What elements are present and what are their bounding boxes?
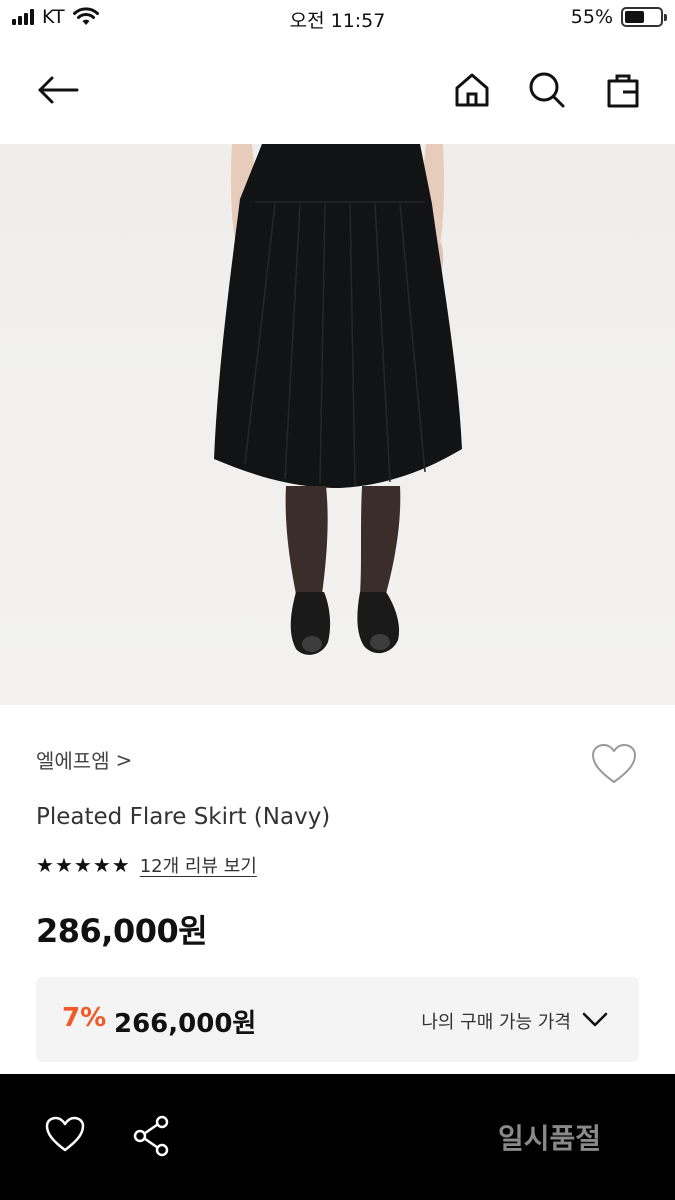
star-icon: ★ [36, 853, 54, 877]
soldout-button[interactable]: 일시품절 [498, 1117, 601, 1157]
home-icon [455, 73, 489, 107]
star-icon: ★ [54, 853, 73, 877]
chevron-down-icon [582, 1012, 608, 1027]
discount-rate: 7% [62, 1003, 107, 1033]
star-icon: ★ [111, 853, 130, 877]
product-photo [0, 144, 675, 705]
rating-row: ★ ★ ★ ★ ★ 12개 리뷰 보기 [36, 852, 257, 878]
brand-link[interactable]: 엘에프엠 > [36, 745, 132, 774]
heart-icon [45, 1116, 85, 1152]
top-nav [0, 40, 675, 144]
product-name: Pleated Flare Skirt (Navy) [36, 804, 331, 830]
status-right: 55% [570, 6, 667, 28]
heart-outline-icon [592, 744, 636, 783]
chevron-right-icon: > [115, 747, 133, 772]
shopping-bag-icon [607, 74, 639, 108]
arrow-left-icon [38, 76, 79, 104]
battery-percent: 55% [570, 6, 613, 28]
back-button[interactable] [36, 68, 80, 112]
discounted-price: 266,000원 [114, 1009, 257, 1039]
search-button[interactable] [525, 68, 569, 112]
product-image[interactable] [0, 144, 675, 705]
review-link[interactable]: 12개 리뷰 보기 [140, 852, 257, 878]
bottom-action-bar: 일시품절 [0, 1074, 675, 1200]
star-icon: ★ [73, 853, 92, 877]
my-price-label: 나의 구매 가능 가격 [421, 1012, 571, 1033]
share-button[interactable] [130, 1114, 174, 1158]
cart-button[interactable] [601, 68, 645, 112]
home-button[interactable] [450, 68, 494, 112]
star-rating: ★ ★ ★ ★ ★ [36, 853, 130, 877]
wishlist-button[interactable] [590, 742, 638, 788]
brand-name: 엘에프엠 [36, 749, 110, 773]
status-bar: KT 오전 11:57 55% [0, 0, 675, 40]
share-icon [133, 1115, 169, 1157]
bottom-wishlist-button[interactable] [43, 1114, 87, 1158]
search-icon [529, 72, 565, 108]
star-icon: ★ [92, 853, 111, 877]
battery-icon [621, 7, 667, 27]
product-price: 286,000원 [36, 912, 208, 950]
my-price-toggle[interactable]: 7% 266,000원 나의 구매 가능 가격 [36, 977, 639, 1062]
